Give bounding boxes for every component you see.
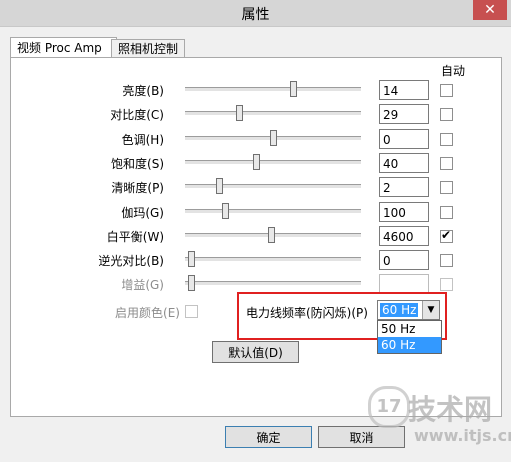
auto-checkbox[interactable] [440,157,453,170]
slider-track[interactable] [185,160,361,165]
property-value-field[interactable]: 100 [379,202,429,222]
color-enable-checkbox[interactable] [185,305,198,318]
auto-checkbox[interactable] [440,84,453,97]
default-values-button[interactable]: 默认值(D) [212,341,299,363]
powerline-select[interactable]: 60 Hz ▼ [377,300,440,320]
auto-checkbox[interactable]: ✔ [440,228,453,243]
title-bar: 属性 ✕ [0,0,511,27]
auto-checkbox[interactable] [440,108,453,121]
auto-checkbox[interactable] [440,254,453,267]
slider-thumb[interactable] [268,227,275,243]
powerline-option-50hz[interactable]: 50 Hz [378,321,441,337]
property-value-field[interactable]: 29 [379,104,429,124]
slider-thumb[interactable] [236,105,243,121]
slider-thumb[interactable] [222,203,229,219]
auto-checkbox[interactable] [440,278,453,291]
powerline-dropdown: 50 Hz 60 Hz [377,320,442,354]
property-value-field[interactable] [379,274,429,294]
powerline-option-60hz[interactable]: 60 Hz [378,337,441,353]
auto-checkbox[interactable] [440,133,453,146]
property-value-field[interactable]: 0 [379,250,429,270]
powerline-selected-value: 60 Hz [380,303,419,317]
check-icon: ✔ [441,228,452,242]
slider-thumb[interactable] [216,178,223,194]
window-title: 属性 [241,7,270,23]
property-label: 伽玛(G) [121,206,164,220]
properties-dialog: 属性 ✕ 视频 Proc Amp 照相机控制 自动 亮度(B) 14 对比度(C) 2… [0,0,511,462]
property-label: 对比度(C) [110,108,164,122]
watermark-text: 技术网 [408,393,493,426]
slider-track[interactable] [185,87,361,92]
slider-thumb[interactable] [188,251,195,267]
property-label: 逆光对比(B) [98,254,164,268]
tab-video-proc-amp[interactable]: 视频 Proc Amp [10,37,117,58]
slider-thumb[interactable] [188,275,195,291]
property-value-field[interactable]: 14 [379,80,429,100]
property-value-field[interactable]: 4600 [379,226,429,246]
property-label: 亮度(B) [122,84,164,98]
slider-track[interactable] [185,281,361,286]
tab-camera-control[interactable]: 照相机控制 [111,39,185,58]
slider-track[interactable] [185,257,361,262]
slider-track[interactable] [185,209,361,214]
property-label: 色调(H) [121,133,164,147]
chevron-down-icon[interactable]: ▼ [422,301,439,319]
property-value-field[interactable]: 40 [379,153,429,173]
property-label: 白平衡(W) [106,230,164,244]
color-enable-label: 启用颜色(E) [115,306,180,320]
slider-track[interactable] [185,111,361,116]
property-label: 饱和度(S) [111,157,164,171]
slider-thumb[interactable] [270,130,277,146]
watermark-badge: 17 [368,386,410,428]
cancel-button[interactable]: 取消 [318,426,405,448]
slider-track[interactable] [185,184,361,189]
powerline-label: 电力线频率(防闪烁)(P) [246,306,368,320]
slider-thumb[interactable] [253,154,260,170]
ok-button[interactable]: 确定 [225,426,312,448]
slider-thumb[interactable] [290,81,297,97]
auto-checkbox[interactable] [440,206,453,219]
property-label: 清晰度(P) [111,181,164,195]
watermark-site: www.itjs.cn [414,426,511,445]
property-value-field[interactable]: 2 [379,177,429,197]
property-label: 增益(G) [121,278,164,292]
auto-checkbox[interactable] [440,181,453,194]
close-button[interactable]: ✕ [473,0,507,20]
auto-column-header: 自动 [441,64,466,78]
property-value-field[interactable]: 0 [379,129,429,149]
